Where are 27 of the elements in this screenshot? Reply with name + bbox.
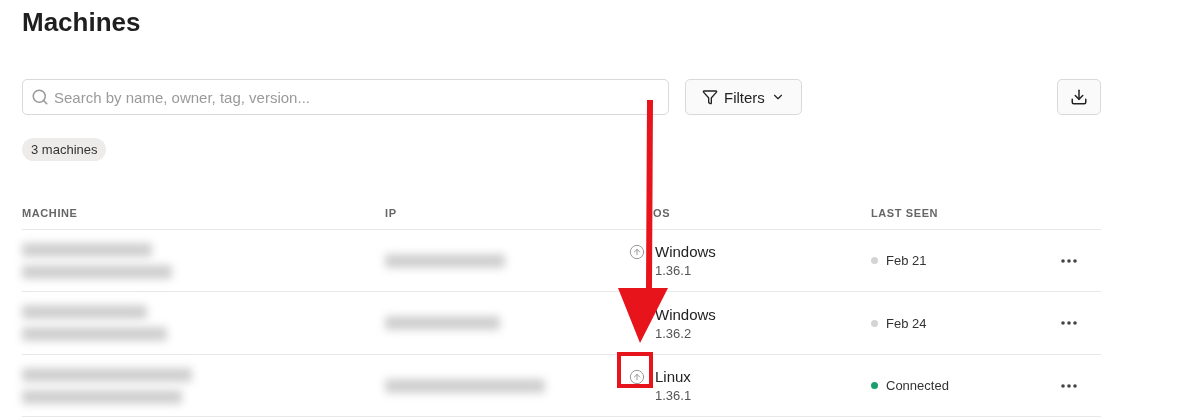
machine-count: 3 machines	[22, 138, 107, 161]
search-icon	[31, 88, 49, 106]
more-icon	[1061, 321, 1077, 325]
os-name: Windows	[655, 243, 716, 260]
os-name: Linux	[655, 368, 692, 385]
last-seen: Feb 21	[886, 253, 927, 268]
os-version: 1.36.1	[655, 263, 693, 278]
download-button[interactable]	[1057, 79, 1101, 115]
column-header: IP	[385, 207, 398, 219]
os-name: Windows	[655, 305, 716, 323]
last-seen: Connected	[886, 378, 949, 393]
filters-button[interactable]: Filters	[685, 79, 802, 115]
more-icon	[1061, 383, 1077, 388]
arrow-up-circle-icon[interactable]	[629, 244, 645, 260]
os-version: 1.36.1	[655, 388, 692, 403]
filter-icon	[702, 89, 718, 105]
more-icon	[1061, 258, 1077, 263]
highlight-frame	[617, 352, 653, 388]
last-seen: Feb 24	[886, 315, 927, 331]
column-header: LAST SEEN	[871, 207, 940, 219]
arrow-up-circle-icon[interactable]	[629, 369, 645, 385]
search-field[interactable]: Search by name, owner, tag, version...	[22, 79, 669, 115]
column-header: MACHINE	[22, 207, 79, 219]
column-header: OS	[653, 207, 672, 219]
download-icon	[1070, 88, 1088, 106]
os-version: 1.36.2	[655, 325, 693, 341]
page-title: Machines	[22, 6, 142, 39]
